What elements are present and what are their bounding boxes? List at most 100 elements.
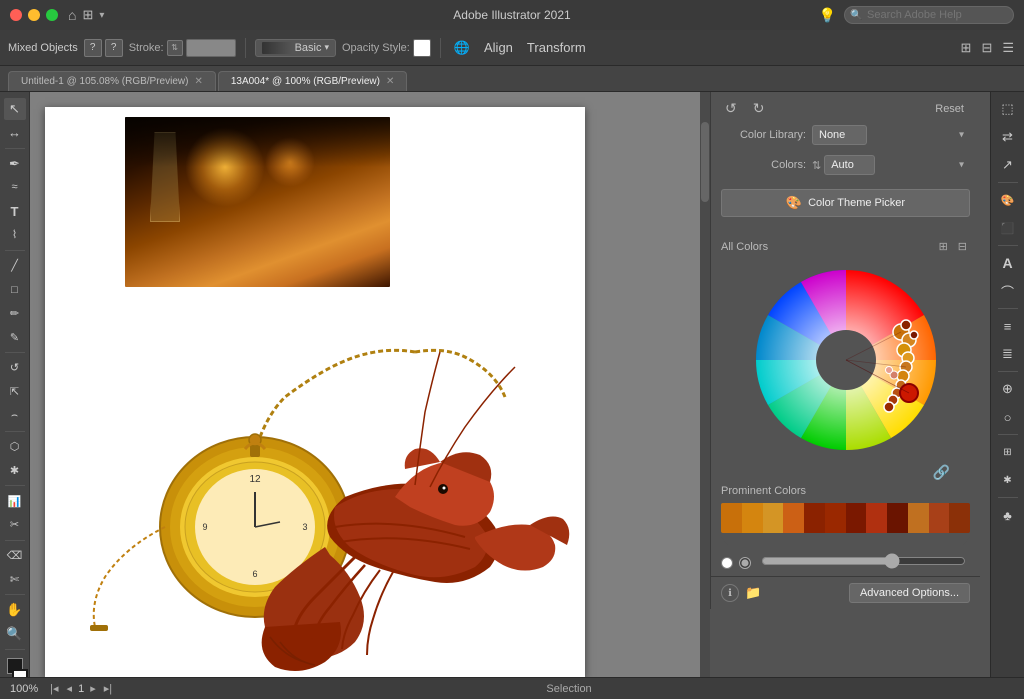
- mode-button[interactable]: Basic ▾: [255, 39, 336, 57]
- tool-touch[interactable]: ⌇: [4, 224, 26, 246]
- tool-warp[interactable]: ⌢: [4, 405, 26, 427]
- transform-button[interactable]: Transform: [523, 38, 590, 57]
- chevron-down-icon[interactable]: ▾: [99, 10, 104, 21]
- tool-eraser[interactable]: ⌫: [4, 545, 26, 567]
- next-page-btn[interactable]: ▸: [88, 682, 98, 695]
- tool-slice[interactable]: ✂: [4, 514, 26, 536]
- search-input[interactable]: [844, 6, 1014, 24]
- tab-13a004[interactable]: 13A004* @ 100% (RGB/Preview) ✕: [218, 71, 408, 91]
- align-distribute-icon[interactable]: ⊟: [979, 38, 994, 58]
- tab-untitled[interactable]: Untitled-1 @ 105.08% (RGB/Preview) ✕: [8, 71, 216, 91]
- tab-13a004-close[interactable]: ✕: [386, 76, 394, 87]
- tool-scissors[interactable]: ✄: [4, 569, 26, 591]
- lightbulb-icon[interactable]: 💡: [819, 7, 836, 24]
- scroll-thumb-v[interactable]: [701, 122, 709, 202]
- tool-line[interactable]: ╱: [4, 255, 26, 277]
- color-library-select-wrap[interactable]: None: [812, 125, 970, 145]
- swatch-7[interactable]: [846, 503, 867, 533]
- far-right-symbols-btn[interactable]: ○: [995, 404, 1021, 430]
- colors-select-wrap[interactable]: Auto: [824, 155, 970, 175]
- far-right-extra-btn[interactable]: ♣: [995, 502, 1021, 528]
- reset-button[interactable]: Reset: [929, 101, 970, 117]
- swatch-1[interactable]: [721, 503, 742, 533]
- tool-zoom[interactable]: 🔍: [4, 623, 26, 645]
- color-library-select[interactable]: None: [812, 125, 867, 145]
- far-right-appearance-btn[interactable]: ≡: [995, 313, 1021, 339]
- swatch-10[interactable]: [908, 503, 929, 533]
- tool-rect[interactable]: □: [4, 279, 26, 301]
- tool-column-graph[interactable]: 📊: [4, 490, 26, 512]
- swatch-5[interactable]: [804, 503, 825, 533]
- far-right-type-btn[interactable]: A: [995, 250, 1021, 276]
- radio-1[interactable]: [721, 557, 733, 569]
- prev-page-btn[interactable]: ◂: [65, 682, 75, 695]
- swatch-6[interactable]: [825, 503, 846, 533]
- maximize-button[interactable]: [46, 9, 58, 21]
- radio-option-2[interactable]: [739, 557, 751, 569]
- last-page-btn[interactable]: ▸|: [102, 682, 114, 695]
- window-controls[interactable]: [10, 9, 58, 21]
- folder-button[interactable]: 📁: [745, 585, 761, 601]
- lock-button[interactable]: 🔗: [933, 464, 950, 481]
- swatch-2[interactable]: [742, 503, 763, 533]
- colors-up-down[interactable]: ⇅: [812, 159, 821, 172]
- arrange-icon[interactable]: ⊞: [959, 38, 974, 58]
- far-right-transform-btn[interactable]: ⊞: [995, 439, 1021, 465]
- grid-icon[interactable]: ⊞: [82, 7, 93, 23]
- close-button[interactable]: [10, 9, 22, 21]
- far-right-brushes-btn[interactable]: ⊕: [995, 376, 1021, 402]
- radio-2[interactable]: [739, 557, 751, 569]
- tool-scale[interactable]: ⇱: [4, 381, 26, 403]
- align-button[interactable]: Align: [480, 38, 517, 57]
- tool-hand[interactable]: ✋: [4, 599, 26, 621]
- far-right-paragraph-btn[interactable]: ⌒: [995, 278, 1021, 304]
- menu-icon[interactable]: ☰: [1000, 38, 1016, 58]
- globe-button[interactable]: 🌐: [450, 38, 474, 58]
- info-button[interactable]: ℹ: [721, 584, 739, 602]
- far-right-layers-btn[interactable]: ⬚: [995, 96, 1021, 122]
- swatch-9[interactable]: [887, 503, 908, 533]
- style-color-box[interactable]: [413, 39, 431, 57]
- color-theme-button[interactable]: 🎨 Color Theme Picker: [721, 189, 970, 217]
- canvas-scroll[interactable]: 12 6 3 9: [30, 92, 710, 699]
- colors-select[interactable]: Auto: [824, 155, 875, 175]
- scrollbar-v[interactable]: [700, 92, 710, 699]
- far-right-properties-btn[interactable]: ⇄: [995, 124, 1021, 150]
- tab-untitled-close[interactable]: ✕: [194, 76, 202, 87]
- tool-blend[interactable]: ⬡: [4, 436, 26, 458]
- far-right-graphic-styles-btn[interactable]: ≣: [995, 341, 1021, 367]
- swatch-11[interactable]: [929, 503, 950, 533]
- swatch-4[interactable]: [783, 503, 804, 533]
- tool-symbol[interactable]: ✱: [4, 459, 26, 481]
- wheel-grid-btn[interactable]: ⊞: [936, 239, 951, 254]
- stroke-color-box[interactable]: [186, 39, 236, 57]
- advanced-options-button[interactable]: Advanced Options...: [849, 583, 970, 603]
- q-box-1[interactable]: ?: [84, 39, 102, 57]
- far-right-color-btn[interactable]: 🎨: [995, 187, 1021, 213]
- tool-select[interactable]: ↖: [4, 98, 26, 120]
- undo-button[interactable]: ↺: [721, 98, 741, 119]
- range-slider[interactable]: [761, 553, 966, 569]
- tool-type[interactable]: T: [4, 200, 26, 222]
- home-icon[interactable]: ⌂: [68, 7, 76, 23]
- radio-option-1[interactable]: [721, 557, 733, 569]
- far-right-export-btn[interactable]: ↗: [995, 152, 1021, 178]
- stroke-up-down[interactable]: ⇅: [167, 40, 183, 56]
- tool-direct-select[interactable]: ↔: [4, 122, 26, 144]
- swatch-8[interactable]: [866, 503, 887, 533]
- tool-rotate[interactable]: ↺: [4, 357, 26, 379]
- first-page-btn[interactable]: |◂: [48, 682, 60, 695]
- tool-pen[interactable]: ✒: [4, 153, 26, 175]
- swatch-3[interactable]: [763, 503, 784, 533]
- redo-button[interactable]: ↻: [749, 98, 769, 119]
- search-wrap[interactable]: 🔍: [844, 6, 1014, 24]
- q-box-2[interactable]: ?: [105, 39, 123, 57]
- far-right-pathfinder-btn[interactable]: ✱: [995, 467, 1021, 493]
- wheel-list-btn[interactable]: ⊟: [955, 239, 970, 254]
- tool-curvature[interactable]: ≈: [4, 176, 26, 198]
- far-right-swatches-btn[interactable]: ⬛: [995, 215, 1021, 241]
- tool-paintbrush[interactable]: ✏: [4, 302, 26, 324]
- minimize-button[interactable]: [28, 9, 40, 21]
- tool-pencil[interactable]: ✎: [4, 326, 26, 348]
- swatch-12[interactable]: [949, 503, 970, 533]
